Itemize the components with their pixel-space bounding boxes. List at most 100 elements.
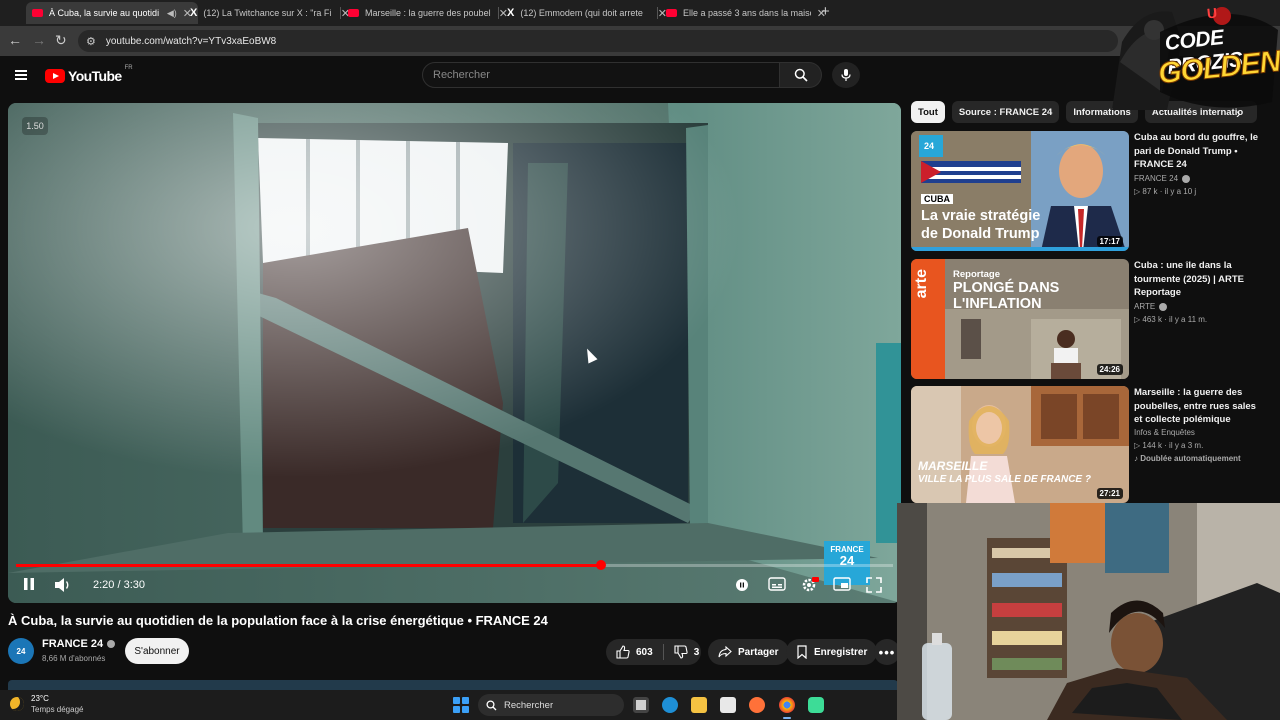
firefox-icon[interactable] <box>749 697 765 713</box>
recommended-video[interactable]: MARSEILLE VILLE LA PLUS SALE DE FRANCE ?… <box>911 386 1271 506</box>
site-info-icon[interactable]: ⚙ <box>86 35 96 48</box>
edge-icon[interactable] <box>662 697 678 713</box>
logo-letter: U <box>1206 4 1218 22</box>
autoplay-toggle[interactable] <box>734 578 750 592</box>
video-title[interactable]: Marseille : la guerre des poubelles, ent… <box>1134 386 1264 427</box>
thumb-line1: MARSEILLE <box>918 459 988 473</box>
channel-name[interactable]: Infos & Enquêtes <box>1134 428 1195 437</box>
active-app-indicator <box>783 717 791 719</box>
tab-divider <box>340 7 341 19</box>
thumbnail-image <box>911 259 1129 379</box>
windows-start-icon[interactable] <box>453 697 469 713</box>
verified-icon <box>1159 302 1168 311</box>
video-title[interactable]: Cuba au bord du gouffre, le pari de Dona… <box>1134 131 1264 172</box>
pause-button[interactable] <box>22 577 36 591</box>
views-age: 463 k · il y a 11 m. <box>1142 315 1208 324</box>
webcam-overlay <box>897 503 1280 720</box>
youtube-logo[interactable]: YouTube FR <box>45 65 133 84</box>
share-icon <box>718 646 732 658</box>
youtube-play-icon <box>45 69 65 83</box>
new-tab-icon[interactable]: + <box>821 3 830 20</box>
browser-tab[interactable]: X (12) La Twitchance sur X : "ra Fi ✕ <box>184 2 356 24</box>
voice-search-button[interactable] <box>832 62 860 88</box>
chip-all[interactable]: Tout <box>911 101 945 123</box>
chrome-icon[interactable] <box>779 697 795 713</box>
video-thumbnail[interactable]: MARSEILLE VILLE LA PLUS SALE DE FRANCE ?… <box>911 386 1129 503</box>
save-label: Enregistrer <box>814 646 868 658</box>
subtitles-button[interactable] <box>768 577 786 591</box>
back-icon[interactable]: ← <box>8 32 22 48</box>
verified-icon <box>107 640 116 648</box>
browser-tab[interactable]: À Cuba, la survie au quotidi ◀) ✕ <box>26 2 198 24</box>
browser-tab[interactable]: Elle a passé 3 ans dans la maiso ✕ <box>660 2 832 24</box>
thumb-line2: L'INFLATION <box>953 296 1042 312</box>
channel-name[interactable]: FRANCE 24 <box>1134 174 1191 183</box>
search-button[interactable] <box>780 62 822 88</box>
taskbar-search[interactable]: Rechercher <box>478 694 624 716</box>
reload-icon[interactable]: ↻ <box>55 32 67 49</box>
arte-logo: arte <box>913 269 930 299</box>
store-icon[interactable] <box>720 697 736 713</box>
file-explorer-icon[interactable] <box>691 697 707 713</box>
recommended-video[interactable]: arte Reportage PLONGÉ DANS L'INFLATION 2… <box>911 259 1271 379</box>
video-player[interactable]: 1.50 FRANCE 24 2:20 / 3:30 <box>8 103 901 603</box>
tab-title: (12) Emmodem (qui doit arrete <box>520 8 643 18</box>
task-view-icon[interactable] <box>633 697 649 713</box>
menu-icon[interactable] <box>15 70 27 80</box>
search-placeholder: Rechercher <box>433 69 490 81</box>
fullscreen-icon <box>866 577 882 593</box>
channel-name-text: FRANCE 24 <box>42 638 104 650</box>
miniplayer-icon <box>833 577 851 591</box>
channel-name[interactable]: ARTE <box>1134 302 1168 311</box>
views-age: 144 k · il y a 3 m. <box>1142 441 1204 450</box>
tab-divider <box>657 7 658 19</box>
thumbs-down-icon <box>674 645 688 659</box>
thumb-line1: La vraie stratégie <box>921 208 1041 224</box>
weather-description: Temps dégagé <box>31 705 84 714</box>
dislike-button[interactable]: 3 <box>674 645 699 659</box>
description-box[interactable] <box>8 680 898 690</box>
recommended-video[interactable]: 24 CUBA La vraie stratégie de Donald Tru… <box>911 131 1271 251</box>
tab-title: Elle a passé 3 ans dans la maiso <box>683 8 811 18</box>
miniplayer-button[interactable] <box>833 577 851 591</box>
forward-icon[interactable]: → <box>32 32 46 48</box>
tab-title: À Cuba, la survie au quotidi <box>49 8 160 18</box>
channel-name-text: ARTE <box>1134 302 1156 311</box>
channel-name-text: Infos & Enquêtes <box>1134 428 1195 437</box>
taskbar-search-label: Rechercher <box>504 699 554 711</box>
badge-text: Doublée automatiquement <box>1140 454 1241 463</box>
video-thumbnail[interactable]: arte Reportage PLONGÉ DANS L'INFLATION 2… <box>911 259 1129 379</box>
bookmark-icon <box>797 645 807 659</box>
time-display: 2:20 / 3:30 <box>93 579 145 591</box>
speaker-icon[interactable]: ◀) <box>167 8 177 19</box>
save-button[interactable]: Enregistrer <box>786 639 878 665</box>
x-icon: X <box>190 6 198 19</box>
thumb-tag: CUBA <box>921 194 953 204</box>
video-thumbnail[interactable]: 24 CUBA La vraie stratégie de Donald Tru… <box>911 131 1129 251</box>
channel-name[interactable]: FRANCE 24 <box>42 638 116 650</box>
fullscreen-button[interactable] <box>866 577 882 593</box>
like-button[interactable]: 603 <box>616 645 653 659</box>
youtube-icon <box>32 9 43 17</box>
app-icon[interactable] <box>808 697 824 713</box>
video-title: À Cuba, la survie au quotidien de la pop… <box>8 613 548 628</box>
volume-button[interactable] <box>54 577 72 593</box>
scrubber-handle[interactable] <box>595 560 606 570</box>
country-code: FR <box>124 65 133 71</box>
youtube-icon <box>348 9 359 17</box>
youtube-header: YouTube FR Rechercher <box>0 56 1280 98</box>
tab-divider <box>498 7 499 19</box>
search-input[interactable]: Rechercher <box>422 62 780 88</box>
share-button[interactable]: Partager <box>708 639 789 665</box>
progress-bar[interactable] <box>16 560 893 570</box>
browser-tab[interactable]: Marseille : la guerre des poubel ✕ <box>342 2 514 24</box>
like-divider <box>662 644 664 660</box>
url-field[interactable]: ⚙ youtube.com/watch?v=YTv3xaEoBW8 <box>78 30 1118 52</box>
search-icon <box>486 699 497 710</box>
chip-source[interactable]: Source : FRANCE 24 <box>951 101 1060 123</box>
channel-avatar[interactable]: 24 <box>8 638 34 664</box>
settings-button[interactable] <box>801 577 819 593</box>
browser-tab[interactable]: X (12) Emmodem (qui doit arrete ✕ <box>501 2 673 24</box>
video-title[interactable]: Cuba : une île dans la tourmente (2025) … <box>1134 259 1264 300</box>
subscribe-button[interactable]: S'abonner <box>125 638 189 664</box>
